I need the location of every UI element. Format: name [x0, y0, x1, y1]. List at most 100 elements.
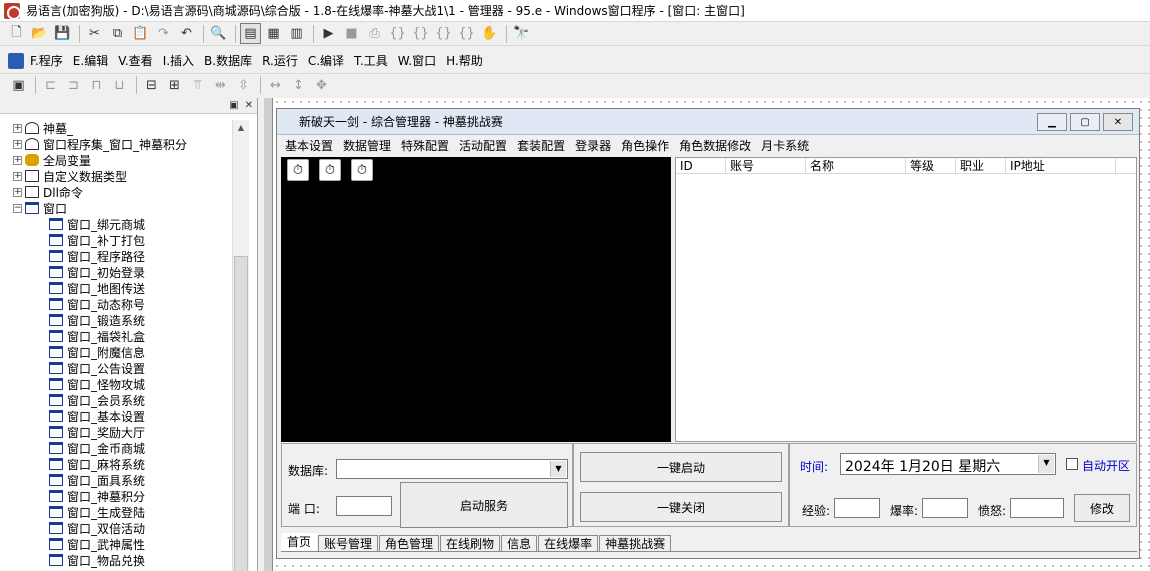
- tree-window-item[interactable]: 窗口_金币商城: [0, 440, 232, 456]
- scrollbar-thumb[interactable]: [234, 256, 248, 571]
- form-menu-character-ops[interactable]: 角色操作: [621, 137, 669, 154]
- port-input[interactable]: [336, 496, 392, 516]
- tree-window-item[interactable]: 窗口_动态称号: [0, 296, 232, 312]
- menu-help[interactable]: H.帮助: [446, 52, 483, 69]
- column-header[interactable]: 账号: [726, 158, 806, 173]
- tree-root-item[interactable]: − 窗口: [0, 200, 232, 216]
- tab-online-items[interactable]: 在线刷物: [440, 535, 501, 551]
- same-size-icon[interactable]: ✥: [311, 75, 332, 96]
- tab-info[interactable]: 信息: [501, 535, 538, 551]
- menu-program[interactable]: F.程序: [30, 52, 63, 69]
- menu-window[interactable]: W.窗口: [398, 52, 436, 69]
- tree-window-item[interactable]: 窗口_初始登录: [0, 264, 232, 280]
- form-menu-launcher[interactable]: 登录器: [575, 137, 611, 154]
- tree-root-item[interactable]: + 自定义数据类型: [0, 168, 232, 184]
- hand-icon[interactable]: ✋: [479, 23, 500, 44]
- panel-restore-icon[interactable]: ▣: [229, 100, 238, 111]
- step-1-icon[interactable]: ⎙: [364, 23, 385, 44]
- tree-window-item[interactable]: 窗口_麻将系统: [0, 456, 232, 472]
- tree-window-item[interactable]: 窗口_绑元商城: [0, 216, 232, 232]
- layout-1-icon[interactable]: ▤: [240, 23, 261, 44]
- same-width-icon[interactable]: ↔: [265, 75, 286, 96]
- same-height-icon[interactable]: ↕: [288, 75, 309, 96]
- column-header[interactable]: IP地址: [1006, 158, 1116, 173]
- form-menu-activity-config[interactable]: 活动配置: [459, 137, 507, 154]
- tree-window-item[interactable]: 窗口_奖励大厅: [0, 424, 232, 440]
- stop-icon[interactable]: ■: [341, 23, 362, 44]
- form-menu-data-management[interactable]: 数据管理: [343, 137, 391, 154]
- new-file-icon[interactable]: 🗋: [6, 23, 27, 44]
- binoculars-icon[interactable]: 🔭: [511, 23, 532, 44]
- column-header[interactable]: 职业: [956, 158, 1006, 173]
- close-icon[interactable]: ✕: [1103, 113, 1133, 131]
- collapse-icon[interactable]: −: [13, 203, 22, 213]
- chevron-down-icon[interactable]: ▼: [1038, 455, 1054, 473]
- tree-window-item[interactable]: 窗口_锻造系统: [0, 312, 232, 328]
- tree-window-item[interactable]: 窗口_武神属性: [0, 536, 232, 552]
- align-bottom-icon[interactable]: ⊔: [109, 75, 130, 96]
- tree-window-item[interactable]: 窗口_物品兑换: [0, 552, 232, 568]
- date-picker[interactable]: 2024年 1月20日 星期六 ▼: [840, 453, 1056, 475]
- center-vertical-icon[interactable]: ⊞: [164, 75, 185, 96]
- tree-window-item[interactable]: 窗口_公告设置: [0, 360, 232, 376]
- align-right-icon[interactable]: ⊐: [63, 75, 84, 96]
- form-icon[interactable]: ▣: [8, 75, 29, 96]
- one-click-start-button[interactable]: 一键启动: [580, 452, 782, 482]
- menu-compile[interactable]: C.编译: [308, 52, 344, 69]
- tree-window-item[interactable]: 窗口_附魔信息: [0, 344, 232, 360]
- form-menu-set-config[interactable]: 套装配置: [517, 137, 565, 154]
- tab-accounts[interactable]: 账号管理: [318, 535, 379, 551]
- space-vertical-icon[interactable]: ⇳: [233, 75, 254, 96]
- column-header[interactable]: ID: [676, 158, 726, 173]
- tree-window-item[interactable]: 窗口_双倍活动: [0, 520, 232, 536]
- one-click-close-button[interactable]: 一键关闭: [580, 492, 782, 522]
- tree-window-item[interactable]: 窗口_会员系统: [0, 392, 232, 408]
- layout-3-icon[interactable]: ▥: [286, 23, 307, 44]
- anger-input[interactable]: [1010, 498, 1064, 518]
- tree-window-item[interactable]: 窗口_基本设置: [0, 408, 232, 424]
- expand-icon[interactable]: +: [13, 171, 22, 181]
- menu-tools[interactable]: T.工具: [354, 52, 388, 69]
- align-top-icon[interactable]: ⊓: [86, 75, 107, 96]
- column-header[interactable]: 名称: [806, 158, 906, 173]
- tree-root-item[interactable]: + 窗口程序集_窗口_神墓积分: [0, 136, 232, 152]
- expand-icon[interactable]: +: [13, 155, 22, 165]
- copy-icon[interactable]: ⧉: [107, 23, 128, 44]
- tree-window-item[interactable]: 窗口_补丁打包: [0, 232, 232, 248]
- space-horizontal-icon[interactable]: ⇹: [210, 75, 231, 96]
- menu-view[interactable]: V.查看: [118, 52, 152, 69]
- database-select[interactable]: ▼: [336, 459, 568, 479]
- menu-edit[interactable]: E.编辑: [73, 52, 108, 69]
- timer-icon[interactable]: ⏱: [287, 159, 309, 181]
- tree-scrollbar[interactable]: ▲: [232, 120, 249, 571]
- tree-window-item[interactable]: 窗口_面具系统: [0, 472, 232, 488]
- center-horizontal-icon[interactable]: ⊟: [141, 75, 162, 96]
- tab-tomb-challenge[interactable]: 神墓挑战赛: [599, 535, 672, 551]
- panel-close-icon[interactable]: ✕: [245, 100, 253, 111]
- tree-window-item[interactable]: 窗口_怪物攻城: [0, 376, 232, 392]
- timer-icon[interactable]: ⏱: [351, 159, 373, 181]
- chevron-down-icon[interactable]: ▼: [550, 461, 566, 477]
- step-3-icon[interactable]: {}: [410, 23, 431, 44]
- undo-icon[interactable]: ↶: [176, 23, 197, 44]
- open-folder-icon[interactable]: 📂: [29, 23, 50, 44]
- tree-window-item[interactable]: 窗口_生成登陆: [0, 504, 232, 520]
- align-middle-icon[interactable]: ⫪: [187, 75, 208, 96]
- designed-form[interactable]: 新破天一剑 - 综合管理器 - 神墓挑战赛 ▁ ▢ ✕ 基本设置 数据管理 特殊…: [276, 108, 1140, 559]
- tree-root-item[interactable]: + 全局变量: [0, 152, 232, 168]
- find-icon[interactable]: 🔍: [208, 23, 229, 44]
- expand-icon[interactable]: +: [13, 123, 22, 133]
- layout-2-icon[interactable]: ▦: [263, 23, 284, 44]
- start-service-button[interactable]: 启动服务: [400, 482, 568, 528]
- menu-insert[interactable]: I.插入: [163, 52, 194, 69]
- expand-icon[interactable]: +: [13, 187, 22, 197]
- column-header[interactable]: 等级: [906, 158, 956, 173]
- tree-root-item[interactable]: + 神墓_: [0, 120, 232, 136]
- form-menu-character-edit[interactable]: 角色数据修改: [679, 137, 751, 154]
- tab-characters[interactable]: 角色管理: [379, 535, 440, 551]
- save-icon[interactable]: 💾: [52, 23, 73, 44]
- step-4-icon[interactable]: {}: [433, 23, 454, 44]
- redo-icon[interactable]: ↷: [153, 23, 174, 44]
- menu-database[interactable]: B.数据库: [204, 52, 252, 69]
- tree-window-item[interactable]: 窗口_地图传送: [0, 280, 232, 296]
